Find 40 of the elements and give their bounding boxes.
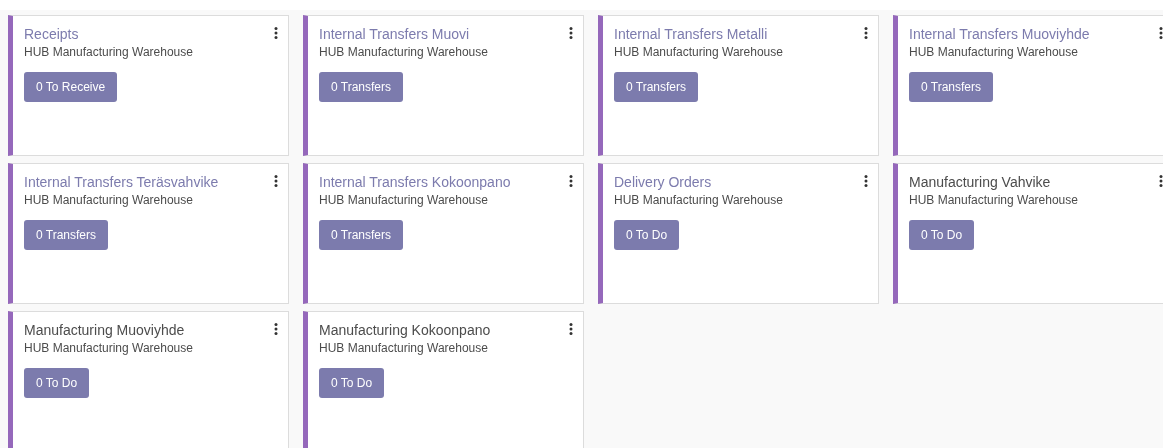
more-icon[interactable] bbox=[864, 27, 868, 39]
warehouse-name: HUB Manufacturing Warehouse bbox=[24, 193, 193, 207]
count-button[interactable]: 0 To Do bbox=[909, 220, 975, 250]
more-icon[interactable] bbox=[569, 175, 573, 187]
card-title: Manufacturing Kokoonpano bbox=[319, 322, 491, 338]
warehouse-name: HUB Manufacturing Warehouse bbox=[319, 45, 488, 59]
count-button[interactable]: 0 Transfers bbox=[319, 72, 404, 102]
warehouse-name: HUB Manufacturing Warehouse bbox=[909, 193, 1078, 207]
card-title[interactable]: Internal Transfers Kokoonpano bbox=[319, 174, 511, 190]
more-icon[interactable] bbox=[274, 323, 278, 335]
count-button[interactable]: 0 To Do bbox=[614, 220, 680, 250]
warehouse-name: HUB Manufacturing Warehouse bbox=[319, 341, 488, 355]
more-icon[interactable] bbox=[569, 27, 573, 39]
more-icon[interactable] bbox=[864, 175, 868, 187]
count-button[interactable]: 0 To Do bbox=[24, 368, 90, 398]
more-icon[interactable] bbox=[1159, 27, 1163, 39]
card-title: Manufacturing Muoviyhde bbox=[24, 322, 185, 338]
count-button[interactable]: 0 Transfers bbox=[24, 220, 109, 250]
card-title[interactable]: Internal Transfers Muovi bbox=[319, 26, 470, 42]
warehouse-name: HUB Manufacturing Warehouse bbox=[24, 341, 193, 355]
warehouse-name: HUB Manufacturing Warehouse bbox=[24, 45, 193, 59]
card-title[interactable]: Internal Transfers Metalli bbox=[614, 26, 768, 42]
count-button[interactable]: 0 To Receive bbox=[24, 72, 118, 102]
card-title: Manufacturing Vahvike bbox=[909, 174, 1051, 190]
card-title[interactable]: Delivery Orders bbox=[614, 174, 712, 190]
warehouse-name: HUB Manufacturing Warehouse bbox=[614, 45, 783, 59]
more-icon[interactable] bbox=[274, 175, 278, 187]
warehouse-name: HUB Manufacturing Warehouse bbox=[909, 45, 1078, 59]
count-button[interactable]: 0 Transfers bbox=[614, 72, 699, 102]
card-title[interactable]: Internal Transfers Teräsvahvike bbox=[24, 174, 219, 190]
warehouse-name: HUB Manufacturing Warehouse bbox=[614, 193, 783, 207]
count-button[interactable]: 0 Transfers bbox=[319, 220, 404, 250]
card-title[interactable]: Internal Transfers Muoviyhde bbox=[909, 26, 1090, 42]
count-button[interactable]: 0 Transfers bbox=[909, 72, 994, 102]
card-title[interactable]: Receipts bbox=[24, 26, 79, 42]
warehouse-name: HUB Manufacturing Warehouse bbox=[319, 193, 488, 207]
more-icon[interactable] bbox=[569, 323, 573, 335]
more-icon[interactable] bbox=[1159, 175, 1163, 187]
count-button[interactable]: 0 To Do bbox=[319, 368, 385, 398]
more-icon[interactable] bbox=[274, 27, 278, 39]
